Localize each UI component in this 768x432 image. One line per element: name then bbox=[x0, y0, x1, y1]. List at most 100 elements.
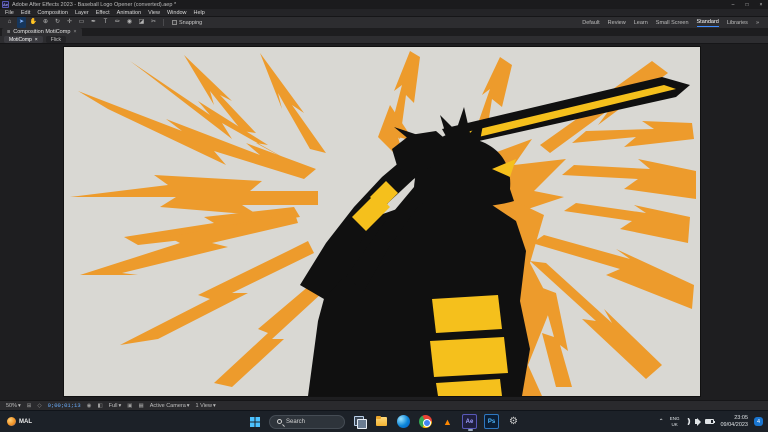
window-controls: – □ × bbox=[726, 0, 768, 9]
camera-view-select[interactable]: Active Camera▾ bbox=[150, 403, 190, 409]
app-icon: Ae bbox=[2, 1, 9, 8]
pen-tool-icon[interactable]: ✒ bbox=[89, 17, 98, 28]
menu-layer[interactable]: Layer bbox=[75, 10, 89, 16]
menu-window[interactable]: Window bbox=[167, 10, 187, 16]
tray-date: 09/04/2023 bbox=[720, 422, 748, 429]
widgets-button[interactable]: MAL bbox=[7, 417, 32, 426]
viewer-tab-close-icon[interactable]: × bbox=[35, 37, 38, 43]
belt-block bbox=[432, 295, 502, 333]
snapping-label: Snapping bbox=[179, 20, 202, 26]
region-of-interest-icon[interactable]: ▣ bbox=[127, 403, 132, 409]
toolbar-divider bbox=[163, 19, 164, 26]
channels-icon[interactable]: ◧ bbox=[97, 403, 102, 409]
search-icon bbox=[277, 419, 282, 424]
menu-composition[interactable]: Composition bbox=[37, 10, 68, 16]
workspace-default[interactable]: Default bbox=[582, 19, 599, 27]
start-button[interactable] bbox=[247, 414, 262, 429]
vlc-icon[interactable]: ▲ bbox=[440, 414, 455, 429]
search-label: Search bbox=[286, 419, 305, 425]
menu-view[interactable]: View bbox=[148, 10, 160, 16]
snapping-checkbox[interactable] bbox=[172, 20, 177, 25]
menu-animation[interactable]: Animation bbox=[117, 10, 141, 16]
widget-label: MAL bbox=[19, 419, 32, 425]
composition-bottom-bar: 50%▾ ⊞ ◇ 0;00;01;13 ◉ ◧ Full▾ ▣ ▦ Active… bbox=[0, 400, 768, 410]
view-layout-select[interactable]: 1 View▾ bbox=[196, 403, 216, 409]
workspace-bar: Default Review Learn Small Screen Standa… bbox=[582, 18, 763, 27]
home-tool-icon[interactable]: ⌂ bbox=[5, 17, 14, 28]
close-button[interactable]: × bbox=[754, 0, 768, 9]
magnification-select[interactable]: 50%▾ bbox=[6, 403, 21, 409]
menubar: File Edit Composition Layer Effect Anima… bbox=[0, 9, 768, 17]
composition-panel-tab[interactable]: ≡ Composition MotiComp × bbox=[2, 28, 82, 36]
grid-options-icon[interactable]: ⊞ bbox=[27, 403, 32, 409]
tray-chevron-icon[interactable]: ⌃ bbox=[659, 418, 664, 425]
start-icon bbox=[250, 417, 260, 427]
panel-tab-bar: ≡ Composition MotiComp × bbox=[0, 28, 768, 36]
tools-toolbar: ⌂ ➤ ✋ ⊕ ↻ ✛ ▭ ✒ T ✏ ◉ ◪ ✂ Snapping Defau… bbox=[0, 17, 768, 28]
taskbar-center: Search ▲ Ae Ps ⚙ bbox=[247, 414, 521, 429]
menu-effect[interactable]: Effect bbox=[96, 10, 110, 16]
minimize-button[interactable]: – bbox=[726, 0, 740, 9]
workspace-standard[interactable]: Standard bbox=[697, 18, 719, 27]
workspace-libraries[interactable]: Libraries bbox=[727, 19, 748, 27]
menu-edit[interactable]: Edit bbox=[21, 10, 30, 16]
belt-block bbox=[430, 337, 508, 377]
type-tool-icon[interactable]: T bbox=[101, 17, 110, 28]
viewer-tab-label: Flick bbox=[51, 37, 61, 43]
volume-icon bbox=[695, 419, 698, 424]
workspace-learn[interactable]: Learn bbox=[634, 19, 648, 27]
brush-tool-icon[interactable]: ✏ bbox=[113, 17, 122, 28]
maximize-button[interactable]: □ bbox=[740, 0, 754, 9]
panel-close-icon[interactable]: × bbox=[73, 29, 76, 35]
widget-icon bbox=[7, 417, 16, 426]
panel-menu-icon[interactable]: ≡ bbox=[7, 29, 10, 35]
after-effects-window: Ae Adobe After Effects 2023 - Baseball L… bbox=[0, 0, 768, 432]
clone-stamp-tool-icon[interactable]: ◉ bbox=[125, 17, 134, 28]
windows-taskbar: MAL Search ▲ Ae Ps ⚙ ⌃ ENG UK bbox=[0, 410, 768, 432]
tray-time: 23:05 bbox=[734, 415, 748, 422]
titlebar: Ae Adobe After Effects 2023 - Baseball L… bbox=[0, 0, 768, 9]
chrome-icon[interactable] bbox=[419, 415, 432, 428]
eraser-tool-icon[interactable]: ◪ bbox=[137, 17, 146, 28]
system-tray: ⌃ ENG UK 23:05 09/04/2023 4 bbox=[659, 415, 763, 429]
snapshot-icon[interactable]: ◉ bbox=[87, 403, 92, 409]
viewer-tab-strip: MotiComp × Flick bbox=[0, 36, 768, 44]
search-box[interactable]: Search bbox=[269, 415, 345, 429]
workspace-small-screen[interactable]: Small Screen bbox=[656, 19, 689, 27]
shape-tool-icon[interactable]: ▭ bbox=[77, 17, 86, 28]
photoshop-icon[interactable]: Ps bbox=[484, 414, 499, 429]
notification-badge[interactable]: 4 bbox=[754, 417, 763, 426]
menu-help[interactable]: Help bbox=[194, 10, 205, 16]
zoom-tool-icon[interactable]: ⊕ bbox=[41, 17, 50, 28]
workspace-review[interactable]: Review bbox=[608, 19, 626, 27]
workspace-overflow-icon[interactable]: » bbox=[756, 19, 759, 27]
selection-tool-icon[interactable]: ➤ bbox=[17, 17, 26, 28]
roto-brush-tool-icon[interactable]: ✂ bbox=[149, 17, 158, 28]
clock[interactable]: 23:05 09/04/2023 bbox=[720, 415, 748, 429]
menu-file[interactable]: File bbox=[5, 10, 14, 16]
composition-artwork bbox=[64, 47, 700, 396]
viewer-tab-moticomp[interactable]: MotiComp × bbox=[4, 36, 43, 43]
transparency-grid-icon[interactable]: ▦ bbox=[139, 403, 144, 409]
composition-viewer[interactable] bbox=[0, 44, 768, 400]
viewer-tab-flick[interactable]: Flick bbox=[46, 36, 66, 43]
orbit-camera-tool-icon[interactable]: ↻ bbox=[53, 17, 62, 28]
viewer-tab-label: MotiComp bbox=[9, 37, 32, 43]
snapping-toggle[interactable]: Snapping bbox=[172, 20, 202, 26]
task-view-button[interactable] bbox=[352, 414, 367, 429]
battery-icon bbox=[705, 419, 714, 424]
edge-icon[interactable] bbox=[397, 415, 410, 428]
hand-tool-icon[interactable]: ✋ bbox=[29, 17, 38, 28]
system-status-icons[interactable] bbox=[685, 418, 714, 425]
settings-icon[interactable]: ⚙ bbox=[506, 414, 521, 429]
pan-behind-tool-icon[interactable]: ✛ bbox=[65, 17, 74, 28]
file-explorer-icon[interactable] bbox=[374, 414, 389, 429]
window-title: Adobe After Effects 2023 - Baseball Logo… bbox=[12, 2, 176, 8]
after-effects-icon[interactable]: Ae bbox=[462, 414, 477, 429]
language-indicator[interactable]: ENG UK bbox=[670, 416, 680, 426]
mask-visibility-icon[interactable]: ◇ bbox=[37, 403, 41, 409]
resolution-select[interactable]: Full▾ bbox=[109, 403, 122, 409]
current-time[interactable]: 0;00;01;13 bbox=[48, 402, 81, 409]
wifi-icon bbox=[685, 418, 693, 426]
panel-tab-title: Composition MotiComp bbox=[13, 29, 70, 35]
